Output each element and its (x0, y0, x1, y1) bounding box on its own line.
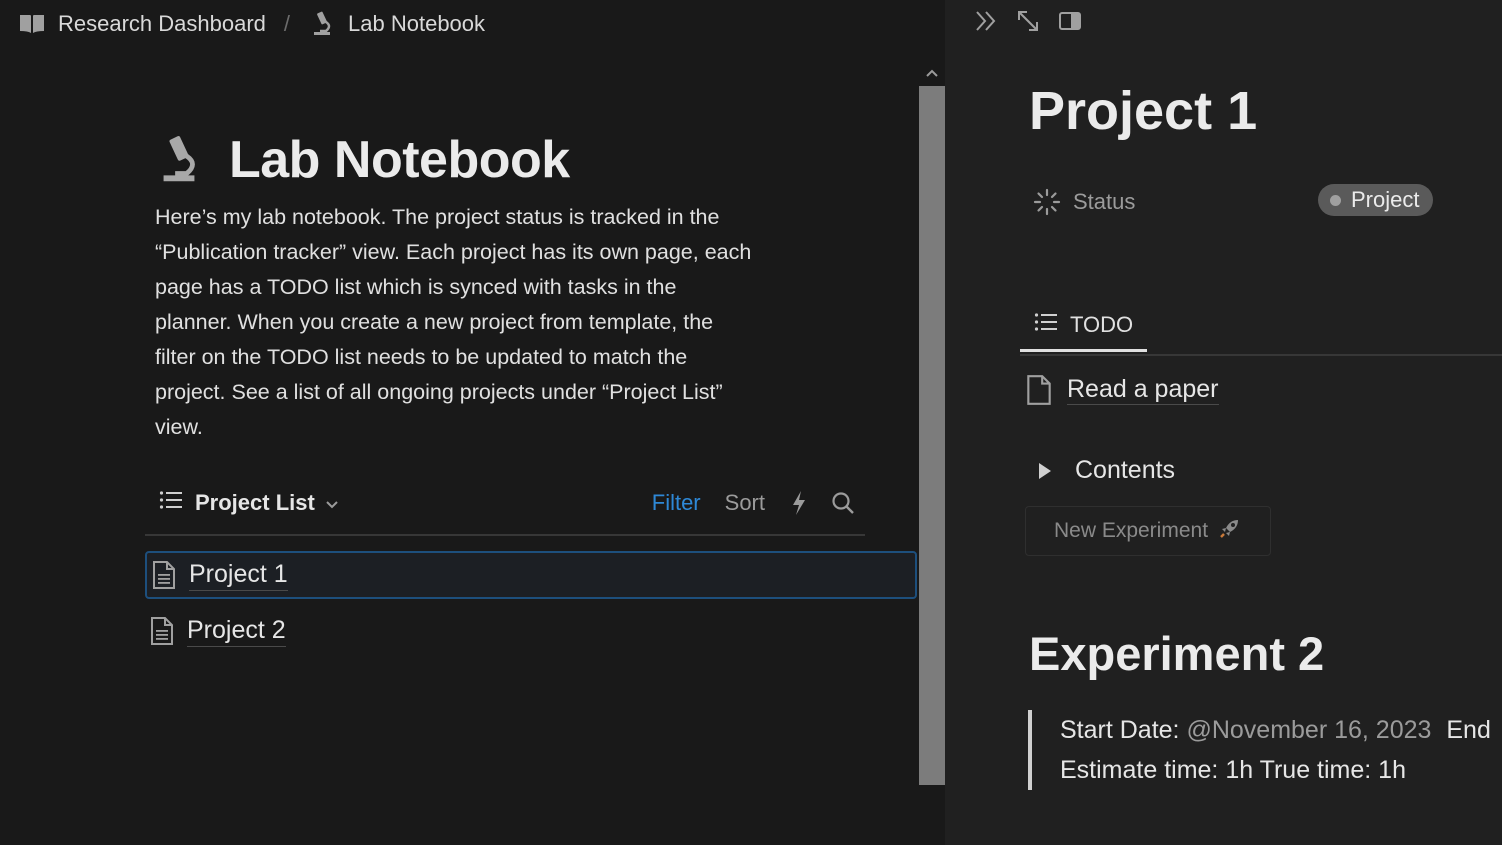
page-icon (1025, 374, 1053, 406)
breadcrumb: Research Dashboard / Lab Notebook (18, 8, 485, 40)
toggle-block[interactable]: Contents (1037, 456, 1175, 485)
table-row[interactable]: Project 1 (145, 551, 917, 599)
view-actions: Filter Sort (652, 490, 855, 516)
end-date-label: End (1446, 716, 1491, 744)
lightning-icon[interactable] (791, 490, 807, 516)
book-icon[interactable] (18, 10, 46, 38)
page-header: Lab Notebook (155, 130, 570, 190)
chevron-down-icon (325, 490, 339, 516)
quote-line-dates: Start Date: @November 16, 2023 End (1060, 710, 1491, 750)
status-loading-icon (1033, 188, 1061, 216)
tab-label: TODO (1070, 311, 1134, 337)
row-title[interactable]: Project 1 (189, 560, 288, 591)
list-icon (1034, 312, 1058, 338)
breadcrumb-lab-notebook[interactable]: Lab Notebook (348, 11, 485, 37)
date-mention[interactable]: @November 16, 2023 (1186, 716, 1431, 744)
main-pane: Research Dashboard / Lab Notebook Lab No… (0, 0, 945, 845)
peek-toolbar (973, 8, 1083, 34)
scroll-up-arrow-icon[interactable] (919, 62, 945, 84)
page-title[interactable]: Lab Notebook (229, 130, 570, 190)
peek-page-title[interactable]: Project 1 (1029, 80, 1257, 142)
rocket-icon (1218, 516, 1242, 546)
toggle-label: Contents (1075, 456, 1176, 484)
linked-view-tab-bar: TODO (1020, 300, 1502, 356)
property-name: Status (1073, 189, 1136, 214)
quote-line-estimate: Estimate time: 1h True time: 1h (1060, 756, 1406, 784)
side-peek-icon[interactable] (1057, 8, 1083, 34)
search-icon[interactable] (831, 491, 855, 515)
view-selector[interactable]: Project List (159, 490, 339, 516)
microscope-icon[interactable] (308, 10, 336, 38)
table-row[interactable]: Project 2 (145, 607, 917, 655)
list-icon (159, 490, 183, 516)
status-badge[interactable]: Project (1318, 184, 1434, 216)
sort-button[interactable]: Sort (725, 490, 765, 516)
page-icon (149, 616, 175, 646)
tab-todo[interactable]: TODO (1020, 300, 1148, 352)
property-status[interactable]: Status Project (1033, 184, 1453, 220)
status-dot (1330, 194, 1341, 206)
microscope-icon[interactable] (155, 133, 203, 187)
triangle-right-icon[interactable] (1037, 462, 1053, 480)
button-label: New Experiment (1053, 519, 1209, 542)
start-date-label: Start Date: (1060, 716, 1180, 744)
experiment-heading[interactable]: Experiment 2 (1029, 626, 1324, 681)
filter-button[interactable]: Filter (652, 490, 701, 516)
list-item-title[interactable]: Read a paper (1067, 375, 1219, 405)
peek-panel: Project 1 Status Project TODO Read a pap… (945, 0, 1502, 845)
breadcrumb-separator: / (283, 11, 291, 36)
database-view-bar: Project List Filter Sort (145, 482, 865, 536)
new-experiment-button[interactable]: New Experiment (1025, 506, 1271, 556)
view-name: Project List (195, 490, 315, 515)
page-icon (151, 560, 177, 590)
list-item[interactable]: Read a paper (1025, 374, 1219, 406)
scrollbar-thumb[interactable] (919, 86, 945, 785)
expand-icon[interactable] (1015, 8, 1041, 34)
scrollbar[interactable] (919, 62, 945, 785)
breadcrumb-research-dashboard[interactable]: Research Dashboard (58, 11, 266, 37)
status-value: Project (1351, 187, 1420, 212)
page-description[interactable]: Here’s my lab notebook. The project stat… (155, 200, 755, 445)
row-title[interactable]: Project 2 (187, 616, 286, 647)
close-peek-icon[interactable] (973, 8, 999, 34)
quote-block[interactable]: Start Date: @November 16, 2023 End Estim… (1028, 710, 1491, 790)
